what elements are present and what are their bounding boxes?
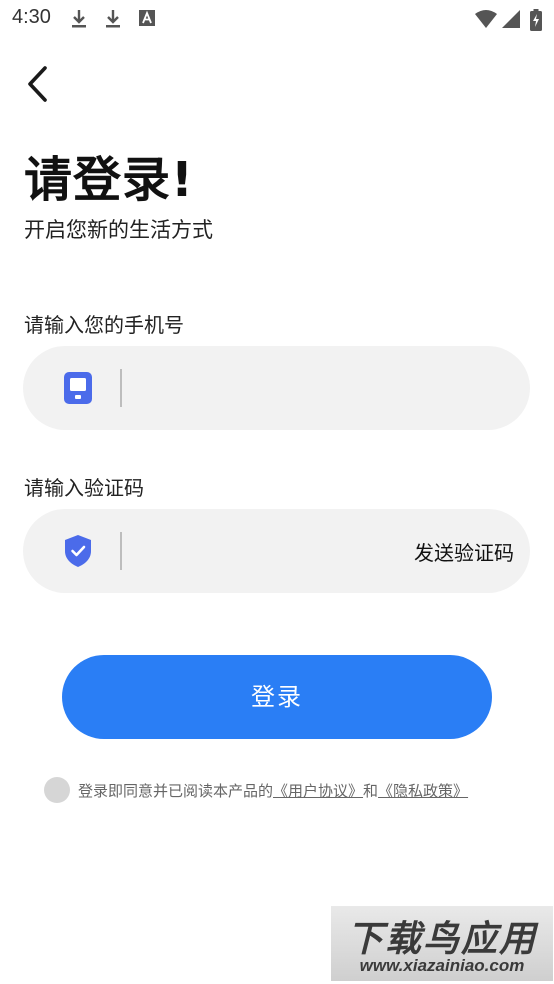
user-agreement-link[interactable]: 《用户协议》 <box>273 782 363 800</box>
chevron-left-icon <box>28 66 47 102</box>
watermark-url: www.xiazainiao.com <box>359 956 525 975</box>
privacy-policy-link[interactable]: 《隐私政策》 <box>378 782 468 800</box>
code-input[interactable] <box>135 529 395 573</box>
watermark-title: 下载鸟应用 <box>346 919 537 960</box>
download-icon <box>72 10 86 28</box>
download-icon <box>106 10 120 28</box>
code-field-divider <box>120 532 122 570</box>
phone-label: 请输入您的手机号 <box>24 313 184 337</box>
wifi-icon <box>475 10 497 28</box>
agreement-checkbox[interactable] <box>44 777 70 803</box>
phone-field[interactable] <box>23 346 530 430</box>
phone-icon <box>64 372 92 404</box>
font-icon <box>139 10 155 26</box>
phone-field-divider <box>120 369 122 407</box>
page-subtitle: 开启您新的生活方式 <box>24 218 213 242</box>
phone-input[interactable] <box>135 366 515 410</box>
status-bar: 4:30 <box>0 0 554 38</box>
status-time: 4:30 <box>12 6 51 28</box>
back-button[interactable] <box>18 62 58 106</box>
agreement-prefix: 登录即同意并已阅读本产品的 <box>78 782 274 800</box>
page-title: 请登录! <box>24 152 194 208</box>
send-code-button[interactable]: 发送验证码 <box>414 537 514 566</box>
code-label: 请输入验证码 <box>24 476 144 500</box>
login-button[interactable]: 登录 <box>62 655 492 739</box>
watermark-logo: 下载鸟应用 www.xiazainiao.com <box>331 906 553 981</box>
agreement-text: 登录即同意并已阅读本产品的《用户协议》和《隐私政策》 <box>78 780 468 801</box>
code-field[interactable]: 发送验证码 <box>23 509 530 593</box>
signal-icon <box>502 10 520 28</box>
agreement-conjunction: 和 <box>363 782 379 800</box>
shield-icon <box>65 535 91 567</box>
battery-icon <box>530 9 542 31</box>
